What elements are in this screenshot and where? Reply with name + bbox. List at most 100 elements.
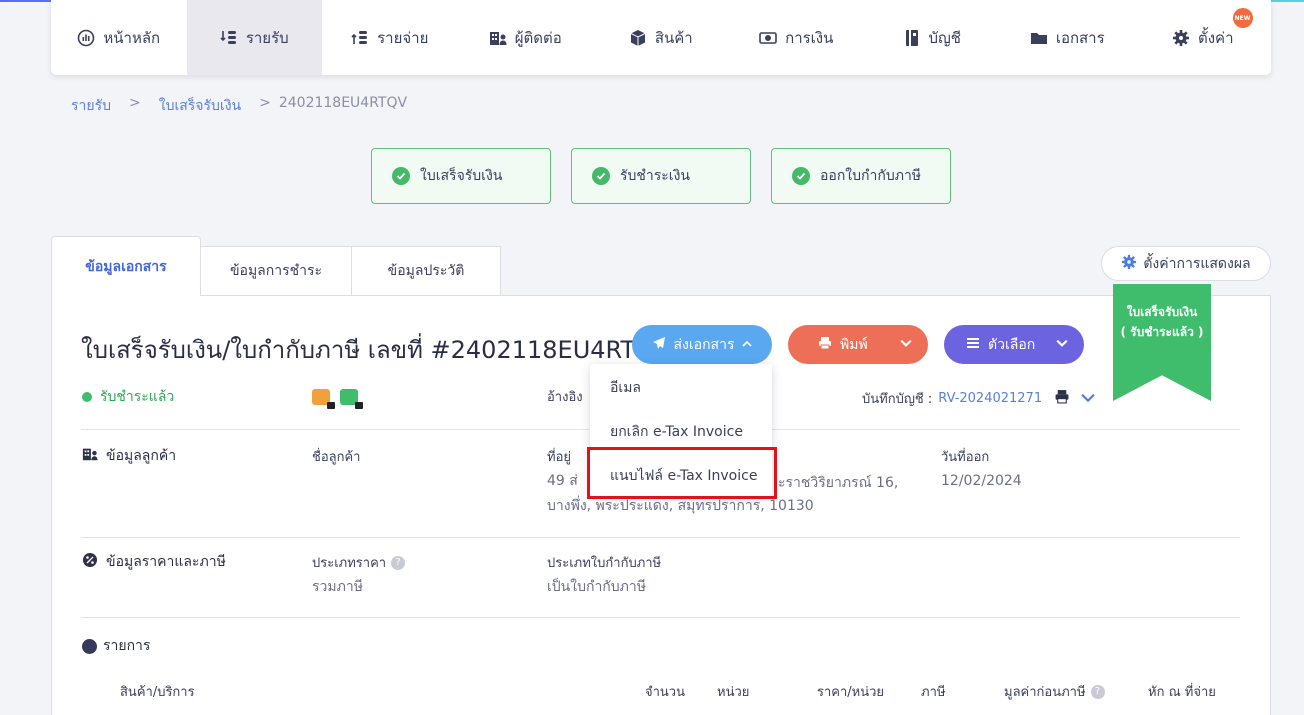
lock-icon xyxy=(355,402,363,409)
column-header-pretax: มูลค่าก่อนภาษี xyxy=(1004,685,1086,700)
nav-label: เอกสาร xyxy=(1055,28,1105,47)
nav-item-income[interactable]: รายรับ xyxy=(186,0,322,75)
column-header-product: สินค้า/บริการ xyxy=(120,685,195,700)
percent-badge-icon xyxy=(82,552,98,572)
send-document-button[interactable]: ส่งเอกสาร xyxy=(632,325,772,364)
step-label: ใบเสร็จรับเงิน xyxy=(420,168,503,184)
help-icon[interactable]: ? xyxy=(1090,684,1105,699)
menu-item-email[interactable]: อีเมล xyxy=(610,377,641,399)
section-title: รายการ xyxy=(103,638,151,654)
document-flags xyxy=(312,389,363,409)
nav-label: ตั้งค่า xyxy=(1197,28,1234,47)
column-header-quantity: จำนวน xyxy=(645,685,685,700)
box-icon xyxy=(629,29,647,47)
breadcrumb-income[interactable]: รายรับ xyxy=(71,95,111,117)
reference-label: อ้างอิง xyxy=(547,390,583,405)
ledger-entry: บันทึกบัญชี : RV-2024021271 xyxy=(862,388,1096,409)
address-label: ที่อยู่ xyxy=(547,450,571,465)
nav-label: สินค้า xyxy=(654,28,693,47)
nav-item-documents[interactable]: เอกสาร xyxy=(1000,0,1136,75)
locked-tag-icon xyxy=(312,389,335,409)
column-header-pretax-row: มูลค่าก่อนภาษี ? xyxy=(1004,681,1105,702)
step-payment: รับชำระเงิน xyxy=(571,148,751,204)
nav-label: รายรับ xyxy=(245,28,289,47)
column-header-unit-price: ราคา/หน่วย xyxy=(817,685,885,700)
breadcrumb-doc-number: 2402118EU4RTQV xyxy=(278,95,408,111)
check-circle-icon xyxy=(792,167,810,185)
payment-status: รับชำระแล้ว xyxy=(82,386,174,408)
gear-icon xyxy=(1172,29,1190,47)
highlight-box xyxy=(587,447,777,499)
section-title: ข้อมูลราคาและภาษี xyxy=(106,554,226,570)
column-header-tax: ภาษี xyxy=(921,685,946,700)
menu-item-cancel-etax[interactable]: ยกเลิก e-Tax Invoice xyxy=(610,421,743,443)
customer-section-heading: ข้อมูลลูกค้า xyxy=(82,445,176,467)
issue-date-value: 12/02/2024 xyxy=(941,473,1022,489)
ledger-label: บันทึกบัญชี : xyxy=(862,392,933,407)
dashboard-icon xyxy=(77,29,95,47)
folder-icon xyxy=(1030,29,1048,47)
pricing-section-heading: ข้อมูลราคาและภาษี xyxy=(82,551,226,573)
ledger-link[interactable]: RV-2024021271 xyxy=(938,391,1042,406)
divider xyxy=(81,537,1240,538)
page-title: ใบเสร็จรับเงิน/ใบกำกับภาษี เลขที่ #24021… xyxy=(81,336,671,364)
step-label: ออกใบกำกับภาษี xyxy=(820,168,922,184)
breadcrumb-separator: > xyxy=(129,95,141,111)
divider xyxy=(81,617,1240,618)
print-label: พิมพ์ xyxy=(840,336,868,353)
nav-item-products[interactable]: สินค้า xyxy=(593,0,729,75)
chevron-down-icon[interactable] xyxy=(1080,391,1096,407)
nav-item-expense[interactable]: รายจ่าย xyxy=(322,0,458,75)
column-header-withholding: หัก ณ ที่จ่าย xyxy=(1148,685,1216,700)
section-title: ข้อมูลลูกค้า xyxy=(106,448,177,464)
nav-label: ผู้ติดต่อ xyxy=(514,28,562,47)
etax-locked-icon xyxy=(340,389,363,409)
options-label: ตัวเลือก xyxy=(988,336,1036,353)
address-value-start: 49 ส่ xyxy=(547,473,578,489)
chevron-down-icon[interactable] xyxy=(1056,337,1068,353)
contacts-icon xyxy=(489,29,507,47)
printer-icon[interactable] xyxy=(1054,389,1070,408)
ribbon-status: ( รับชำระแล้ว ) xyxy=(1120,325,1204,339)
tax-invoice-type-label: ประเภทใบกำกับภาษี xyxy=(547,556,662,571)
money-icon xyxy=(759,29,777,47)
check-circle-icon xyxy=(592,167,610,185)
items-section-heading: รายการ xyxy=(82,635,150,657)
step-tax-invoice: ออกใบกำกับภาษี xyxy=(771,148,951,204)
gear-icon xyxy=(1121,254,1137,274)
display-settings-button[interactable]: ตั้งค่าการแสดงผล xyxy=(1101,246,1271,281)
options-button[interactable]: ตัวเลือก xyxy=(944,325,1084,364)
nav-item-settings[interactable]: ตั้งค่า NEW xyxy=(1135,0,1271,75)
tab-document-info[interactable]: ข้อมูลเอกสาร xyxy=(51,236,201,296)
nav-label: รายจ่าย xyxy=(377,28,429,47)
chevron-down-icon[interactable] xyxy=(900,337,912,353)
chevron-up-icon xyxy=(742,337,753,353)
nav-label: บัญชี xyxy=(928,28,961,47)
nav-label: หน้าหลัก xyxy=(103,28,161,47)
print-button[interactable]: พิมพ์ xyxy=(788,325,928,364)
price-type-label-row: ประเภทราคา ? xyxy=(312,552,406,573)
building-user-icon xyxy=(82,446,98,466)
column-header-unit: หน่วย xyxy=(717,685,750,700)
step-receipt: ใบเสร็จรับเงิน xyxy=(371,148,551,204)
customer-name-label: ชื่อลูกค้า xyxy=(312,450,361,465)
tab-history-info[interactable]: ข้อมูลประวัติ xyxy=(351,246,501,296)
nav-item-finance[interactable]: การเงิน xyxy=(729,0,865,75)
display-settings-label: ตั้งค่าการแสดงผล xyxy=(1143,255,1251,272)
lock-icon xyxy=(327,402,335,409)
nav-item-accounting[interactable]: บัญชี xyxy=(864,0,1000,75)
nav-item-home[interactable]: หน้าหลัก xyxy=(51,0,187,75)
send-label: ส่งเอกสาร xyxy=(673,336,735,353)
tab-payment-info[interactable]: ข้อมูลการชำระ xyxy=(200,246,352,296)
help-icon[interactable]: ? xyxy=(391,555,406,570)
top-navigation: หน้าหลัก รายรับ รายจ่าย ผู้ติดต่อ สินค้า… xyxy=(51,0,1271,75)
new-badge: NEW xyxy=(1232,8,1253,28)
breadcrumb-receipt[interactable]: ใบเสร็จรับเงิน xyxy=(159,95,241,117)
paper-plane-icon xyxy=(652,336,666,354)
nav-item-contacts[interactable]: ผู้ติดต่อ xyxy=(458,0,594,75)
check-circle-icon xyxy=(392,167,410,185)
status-text: รับชำระแล้ว xyxy=(100,389,175,405)
expense-icon xyxy=(351,29,369,47)
income-icon xyxy=(220,29,238,47)
ledger-icon xyxy=(903,29,921,47)
